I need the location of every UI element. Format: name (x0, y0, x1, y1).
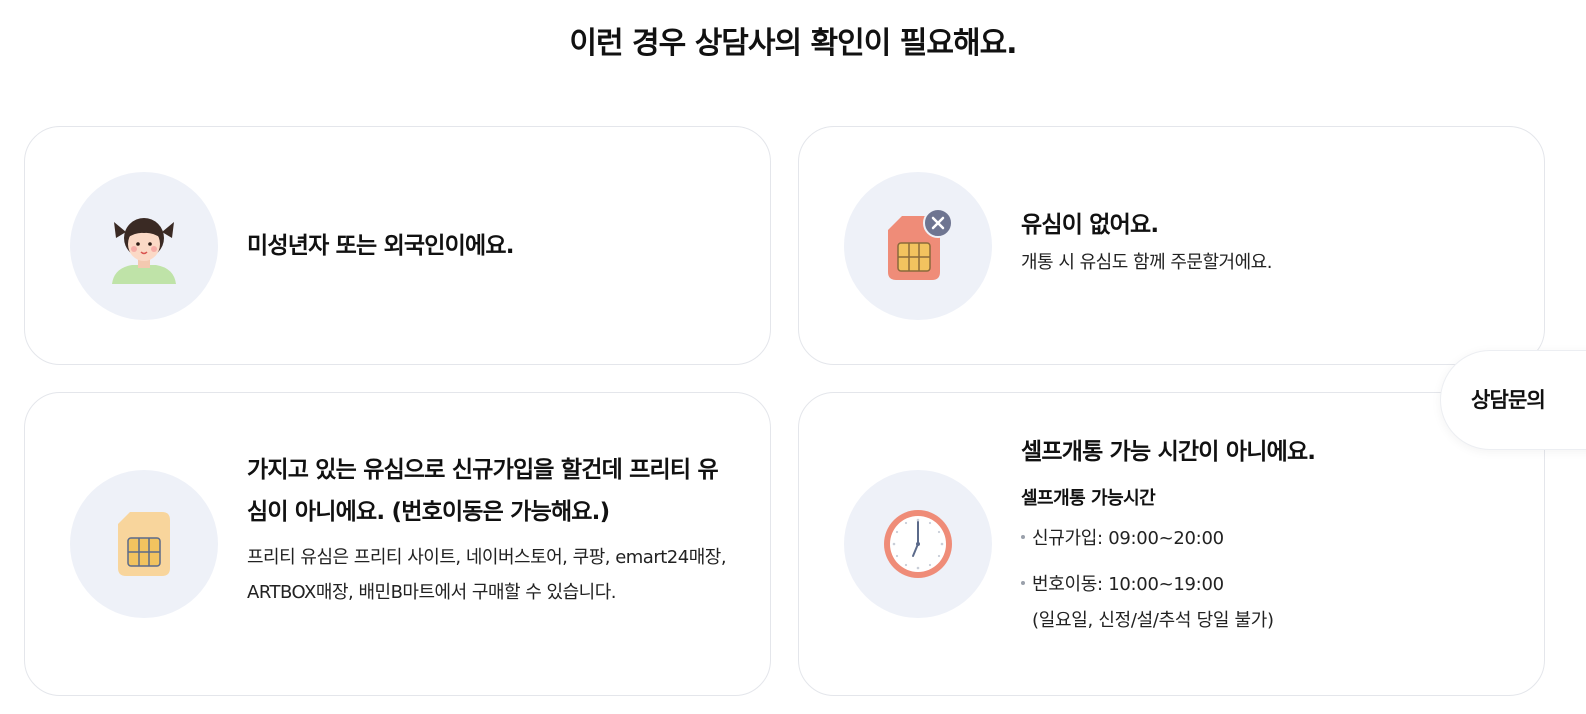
card-description: 프리티 유심은 프리티 사이트, 네이버스토어, 쿠팡, emart24매장, … (247, 547, 727, 603)
consult-button[interactable]: 상담문의 (1440, 350, 1586, 450)
icon-circle (844, 470, 992, 618)
card-title: 미성년자 또는 외국인이에요. (247, 233, 514, 259)
icon-circle (70, 172, 218, 320)
hours-text: 신규가입: 09:00~20:00 (1032, 528, 1224, 549)
clock-icon (884, 510, 952, 578)
card-non-pretty-sim: 가지고 있는 유심으로 신규가입을 할건데 프리티 유심이 아니에요. (번호이… (24, 392, 771, 696)
page-title: 이런 경우 상담사의 확인이 필요해요. (569, 26, 1017, 61)
child-avatar-icon (112, 218, 176, 284)
bullet-icon (1021, 581, 1025, 585)
card-title: 유심이 없어요. (1021, 212, 1159, 238)
card-minor-or-foreigner: 미성년자 또는 외국인이에요. (24, 126, 771, 365)
hours-item: 신규가입: 09:00~20:00 (1021, 524, 1504, 550)
hours-note: (일요일, 신정/설/추석 당일 불가) (1032, 610, 1274, 631)
card-no-sim: 유심이 없어요. 개통 시 유심도 함께 주문할거에요. (798, 126, 1545, 365)
hours-item: 번호이동: 10:00~19:00 (1021, 570, 1504, 596)
sim-card-unavailable-icon (888, 208, 953, 280)
card-self-activation-hours: 셀프개통 가능 시간이 아니에요. 셀프개통 가능시간 신규가입: 09:00~… (798, 392, 1545, 696)
bullet-icon (1021, 535, 1025, 539)
card-description: 개통 시 유심도 함께 주문할거에요. (1021, 252, 1272, 273)
sim-card-icon (118, 512, 170, 576)
hours-text: 번호이동: 10:00~19:00 (1032, 574, 1224, 595)
hours-subtitle: 셀프개통 가능시간 (1021, 488, 1156, 509)
icon-circle (70, 470, 218, 618)
card-title: 가지고 있는 유심으로 신규가입을 할건데 프리티 유심이 아니에요. (번호이… (247, 457, 719, 525)
icon-circle (844, 172, 992, 320)
card-title: 셀프개통 가능 시간이 아니에요. (1021, 439, 1316, 465)
